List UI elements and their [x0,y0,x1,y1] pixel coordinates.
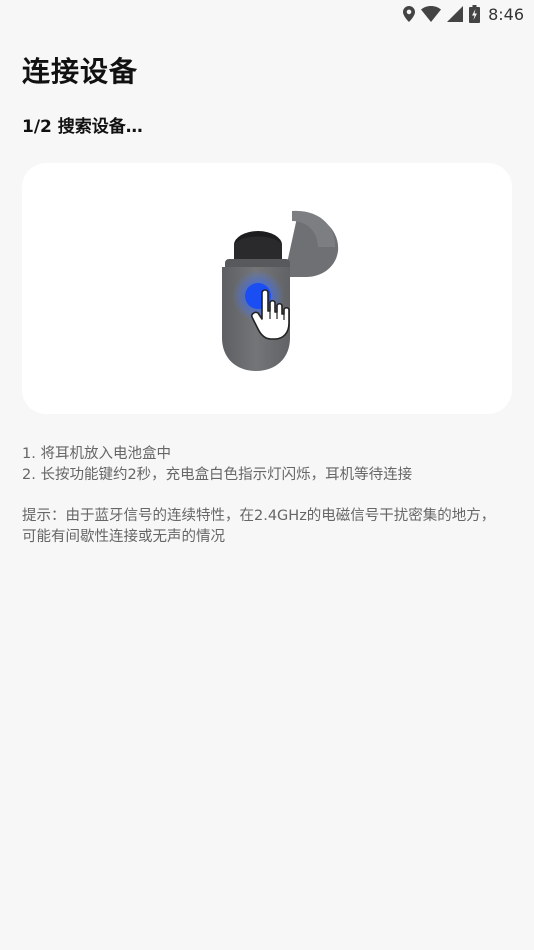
status-bar: 8:46 [0,0,534,28]
signal-icon [447,6,464,22]
wifi-icon [421,6,442,22]
instruction-item: 1. 将耳机放入电池盒中 [22,446,171,462]
instruction-item: 2. 长按功能键约2秒，充电盒白色指示灯闪烁，耳机等待连接 [22,467,413,483]
status-time: 8:46 [488,4,524,24]
battery-charging-icon [469,5,481,23]
page-title: 连接设备 [22,55,139,88]
instructions-list: 1. 将耳机放入电池盒中 2. 长按功能键约2秒，充电盒白色指示灯闪烁，耳机等待… [22,444,512,486]
earbuds-case-press-icon [222,210,339,371]
step-status: 1/2 搜索设备… [22,117,143,137]
location-icon [403,6,416,22]
tip-text: 提示：由于蓝牙信号的连续特性，在2.4GHz的电磁信号干扰密集的地方，可能有间歇… [22,508,496,545]
illustration-card [22,163,512,414]
